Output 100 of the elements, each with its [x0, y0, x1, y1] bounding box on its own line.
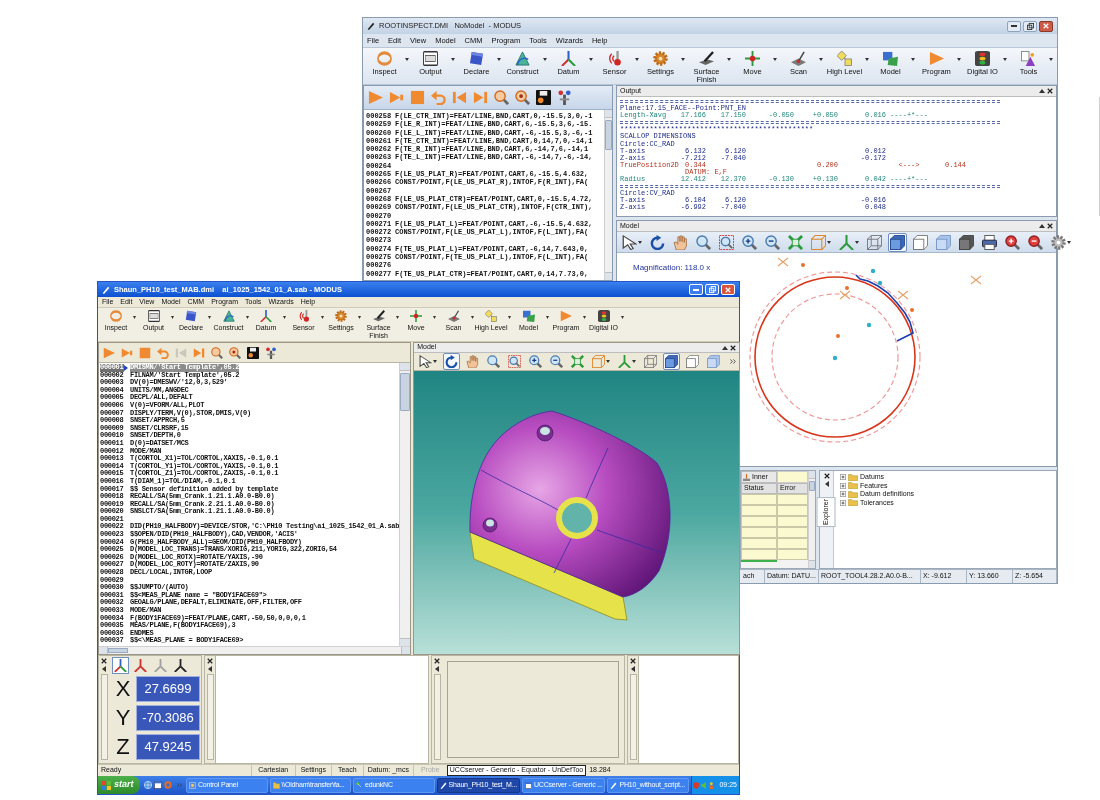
- close-icon[interactable]: [434, 658, 440, 664]
- horizontal-scrollbar[interactable]: [99, 646, 411, 654]
- close-icon[interactable]: [207, 658, 213, 664]
- caret-up-icon[interactable]: [1039, 224, 1045, 228]
- caret-icon[interactable]: [451, 58, 455, 61]
- restore-icon: [1026, 22, 1034, 30]
- view-tool-button[interactable]: [1026, 232, 1045, 252]
- table-cell: [741, 494, 777, 505]
- view-tool-button[interactable]: [740, 232, 759, 252]
- caret-icon[interactable]: [508, 316, 511, 319]
- caret-icon[interactable]: [620, 316, 624, 319]
- caret-icon[interactable]: [865, 58, 869, 61]
- magnifier-icon[interactable]: [494, 90, 509, 105]
- close-icon[interactable]: [1047, 223, 1053, 229]
- outline-cube-icon: [686, 355, 700, 368]
- tile-icon: [185, 310, 197, 322]
- probe-tool-icon[interactable]: [265, 346, 277, 359]
- cross-marker: [777, 257, 789, 267]
- caret-up-icon[interactable]: [722, 345, 729, 350]
- expand-icon[interactable]: [840, 474, 846, 481]
- caret-icon[interactable]: [589, 58, 593, 61]
- caret-icon[interactable]: [245, 316, 249, 319]
- caret-up-icon[interactable]: [1039, 89, 1045, 93]
- zoom-out-icon: [1028, 234, 1043, 250]
- floppy-icon[interactable]: [247, 346, 259, 359]
- axis-view-button[interactable]: [172, 656, 189, 674]
- scrollbar[interactable]: [399, 363, 411, 646]
- close-icon[interactable]: [1047, 88, 1053, 94]
- view-tool-button[interactable]: [980, 232, 999, 252]
- caret-icon[interactable]: [545, 316, 549, 319]
- maximize-button[interactable]: [1023, 20, 1037, 32]
- caret-icon[interactable]: [405, 58, 409, 61]
- caret-icon[interactable]: [133, 316, 136, 319]
- caret-left-icon[interactable]: [208, 666, 212, 672]
- caret-icon[interactable]: [320, 316, 324, 319]
- caret-icon[interactable]: [543, 58, 547, 61]
- close-icon[interactable]: [730, 344, 737, 351]
- magnifier-icon[interactable]: [211, 346, 223, 359]
- caret-icon[interactable]: [911, 58, 915, 61]
- caret-left-icon[interactable]: [435, 666, 439, 672]
- measured-profile-line: [855, 274, 914, 342]
- caret-icon[interactable]: [433, 316, 436, 319]
- readout-value: 47.9245: [136, 733, 200, 760]
- view-tool-button[interactable]: [1003, 232, 1022, 252]
- hand-icon: [673, 234, 688, 250]
- view-tool-button[interactable]: [694, 232, 713, 252]
- caret-icon[interactable]: [727, 58, 731, 61]
- caret-icon[interactable]: [819, 58, 823, 61]
- zoom-box-icon: [508, 355, 522, 368]
- find-icon[interactable]: [515, 90, 530, 105]
- caret-icon[interactable]: [470, 316, 474, 319]
- view-tool-button[interactable]: [527, 353, 545, 370]
- caret-icon[interactable]: [208, 316, 211, 319]
- close-button[interactable]: [1039, 20, 1053, 32]
- move-icon: [745, 51, 760, 66]
- users-icon[interactable]: [709, 781, 717, 789]
- caret-icon[interactable]: [583, 316, 586, 319]
- caret-icon[interactable]: [1049, 58, 1053, 61]
- view-tool-button[interactable]: [888, 232, 907, 252]
- expand-icon[interactable]: [840, 499, 846, 506]
- caret-left-icon[interactable]: [631, 666, 635, 672]
- view-tool-button[interactable]: [443, 353, 461, 370]
- display-icon: [423, 51, 438, 66]
- axis-view-button[interactable]: [112, 656, 129, 674]
- caret-icon: [1067, 240, 1071, 244]
- caret-icon[interactable]: [773, 58, 777, 61]
- cube-icon: [592, 355, 606, 368]
- floppy-icon[interactable]: [536, 90, 551, 105]
- window-icon[interactable]: [154, 781, 162, 789]
- expand-icon[interactable]: [840, 482, 846, 489]
- minimize-button[interactable]: [1007, 20, 1021, 32]
- caret-icon[interactable]: [497, 58, 501, 61]
- find-icon[interactable]: [229, 346, 241, 359]
- caret-left-icon[interactable]: [102, 666, 106, 672]
- caret-icon[interactable]: [681, 58, 685, 61]
- window-icon: [524, 781, 532, 789]
- caret-icon[interactable]: [283, 316, 286, 319]
- scrollbar[interactable]: [808, 471, 815, 568]
- stylus-icon: [699, 51, 714, 66]
- caret-icon[interactable]: [395, 316, 399, 319]
- chevron-icon[interactable]: [730, 359, 737, 364]
- view-tool-button[interactable]: [620, 232, 644, 252]
- view-tool-button[interactable]: [957, 232, 976, 252]
- view-tool-button[interactable]: [663, 353, 681, 370]
- close-icon[interactable]: [823, 473, 830, 479]
- close-icon[interactable]: [101, 658, 107, 664]
- close-icon[interactable]: [630, 658, 636, 664]
- caret-icon[interactable]: [957, 58, 961, 61]
- wireframe-cube-icon: [644, 355, 658, 368]
- probe-tool-icon[interactable]: [557, 90, 572, 105]
- view-tool-button[interactable]: [417, 353, 440, 370]
- expand-icon[interactable]: [840, 491, 846, 498]
- caret-icon[interactable]: [358, 316, 361, 319]
- caret-left-icon[interactable]: [824, 481, 829, 487]
- view-tool-button[interactable]: [763, 232, 782, 252]
- caret-icon[interactable]: [170, 316, 174, 319]
- zoom-out-icon: [550, 355, 564, 368]
- caret-icon[interactable]: [1003, 58, 1007, 61]
- caret-icon[interactable]: [635, 58, 639, 61]
- scrollbar[interactable]: [604, 110, 612, 280]
